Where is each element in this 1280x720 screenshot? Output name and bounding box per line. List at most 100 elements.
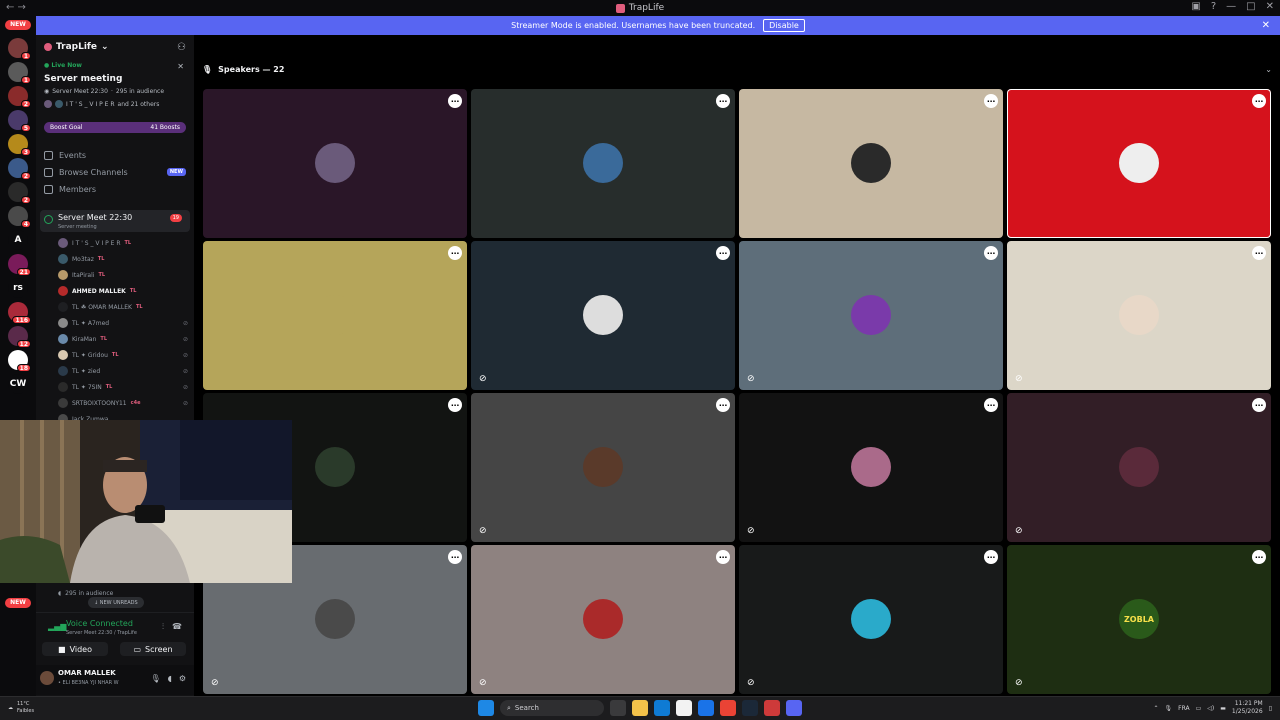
windows-start-icon[interactable] bbox=[478, 700, 494, 716]
screen-button[interactable]: ▭ Screen bbox=[120, 642, 186, 656]
user-name[interactable]: OMAR MALLEK bbox=[58, 669, 116, 677]
more-options-icon[interactable]: ⋯ bbox=[448, 94, 462, 108]
server-icon[interactable]: 18 bbox=[8, 350, 31, 372]
minimize-button[interactable]: — bbox=[1226, 1, 1236, 12]
signal-icon[interactable]: ▂▄▆ bbox=[48, 622, 66, 631]
event-title[interactable]: Server meeting bbox=[44, 74, 122, 84]
speaker-tile[interactable]: ● ⋯ ⊘ bbox=[471, 241, 735, 390]
language-indicator[interactable]: FRA bbox=[1178, 705, 1189, 712]
clock[interactable]: 11:21 PM 1/25/2026 bbox=[1232, 700, 1263, 716]
speaker-tile[interactable]: ✿⋯ bbox=[203, 241, 467, 390]
more-options-icon[interactable]: ⋯ bbox=[1252, 550, 1266, 564]
speaker-tile[interactable]: ●⋯ bbox=[471, 89, 735, 238]
sidebar-item-browse-channels[interactable]: Browse Channels NEW bbox=[44, 165, 186, 179]
speaker-tile[interactable]: ● ⋯ ⊘ bbox=[739, 241, 1003, 390]
server-icon[interactable]: rs bbox=[8, 278, 28, 298]
chrome-icon[interactable] bbox=[720, 700, 736, 716]
speaker-tile[interactable]: ZOBLA ⋯ ⊘ bbox=[1007, 545, 1271, 694]
server-icon[interactable]: 5 bbox=[8, 110, 31, 132]
server-icon[interactable]: 12 bbox=[8, 326, 31, 348]
audience-row[interactable]: ◖ 295 in audience bbox=[58, 590, 113, 597]
discord-icon[interactable] bbox=[786, 700, 802, 716]
server-icon[interactable]: 116 bbox=[8, 302, 31, 324]
task-view-icon[interactable] bbox=[610, 700, 626, 716]
steam-icon[interactable] bbox=[742, 700, 758, 716]
more-options-icon[interactable]: ⋯ bbox=[716, 94, 730, 108]
more-options-icon[interactable]: ⋯ bbox=[448, 246, 462, 260]
server-icon[interactable]: CW bbox=[8, 374, 28, 394]
back-forward-icon[interactable]: ← → bbox=[6, 2, 26, 13]
chevron-up-icon[interactable]: ⌃ bbox=[1153, 705, 1158, 712]
speaker-tile[interactable]: ● ⋯ ⊘ bbox=[1007, 241, 1271, 390]
voice-member[interactable]: TL ✦ zied ⊘ bbox=[58, 364, 188, 378]
voice-channel-server-meet[interactable]: Server Meet 22:30 Server meeting 19 bbox=[40, 210, 190, 232]
more-options-icon[interactable]: ⋯ bbox=[716, 246, 730, 260]
avatar[interactable] bbox=[40, 671, 54, 685]
server-icon[interactable]: 1 bbox=[8, 62, 31, 84]
more-options-icon[interactable]: ⋯ bbox=[984, 550, 998, 564]
more-options-icon[interactable]: ⋯ bbox=[716, 398, 730, 412]
battery-icon[interactable]: ▬ bbox=[1220, 705, 1226, 712]
store-icon[interactable] bbox=[676, 700, 692, 716]
server-icon[interactable]: 4 bbox=[8, 206, 31, 228]
new-pill-top[interactable]: NEW bbox=[5, 20, 31, 30]
voice-member[interactable]: AHMED MALLEK TL bbox=[58, 284, 188, 298]
file-explorer-icon[interactable] bbox=[632, 700, 648, 716]
speaker-tile[interactable]: ● ⋯ ⊘ bbox=[471, 393, 735, 542]
disconnect-icon[interactable]: ☎ bbox=[172, 622, 182, 632]
more-options-icon[interactable]: ⋯ bbox=[1252, 246, 1266, 260]
disable-button[interactable]: Disable bbox=[763, 19, 805, 32]
banner-close-icon[interactable]: ✕ bbox=[1262, 20, 1270, 31]
network-icon[interactable]: ▭ bbox=[1196, 705, 1202, 712]
gear-icon[interactable]: ⚙ bbox=[179, 674, 186, 683]
more-options-icon[interactable]: ⋯ bbox=[716, 550, 730, 564]
speaker-tile[interactable]: ● ⋯ ⊘ bbox=[1007, 393, 1271, 542]
inbox-icon[interactable]: ▣ bbox=[1191, 1, 1200, 12]
speaker-tile[interactable]: ●⋯ bbox=[203, 89, 467, 238]
more-options-icon[interactable]: ⋯ bbox=[984, 94, 998, 108]
notification-icon[interactable]: ▯ bbox=[1269, 705, 1272, 712]
speaker-tile[interactable]: ● ⋯ ⊘ bbox=[471, 545, 735, 694]
volume-icon[interactable]: ◁) bbox=[1207, 705, 1214, 712]
more-options-icon[interactable]: ⋯ bbox=[448, 550, 462, 564]
edge-icon[interactable] bbox=[654, 700, 670, 716]
more-options-icon[interactable]: ⋯ bbox=[1252, 398, 1266, 412]
server-icon[interactable]: 21 bbox=[8, 254, 31, 276]
server-icon[interactable]: 3 bbox=[8, 134, 31, 156]
microphone-icon[interactable]: 🎙︎ bbox=[150, 674, 160, 683]
server-header[interactable]: TrapLife ⌄ ⚇ bbox=[36, 35, 194, 59]
voice-member[interactable]: TL ✦ 7SIN TL ⊘ bbox=[58, 380, 188, 394]
event-close-icon[interactable]: ✕ bbox=[177, 62, 184, 71]
voice-member[interactable]: SRTBOIXTOONY11 c4e ⊘ bbox=[58, 396, 188, 410]
headphones-icon[interactable]: ◖ bbox=[168, 674, 172, 683]
voice-member[interactable]: ItaPirali TL bbox=[58, 268, 188, 282]
server-icon[interactable]: 1 bbox=[8, 38, 31, 60]
app-icon[interactable] bbox=[764, 700, 780, 716]
more-options-icon[interactable]: ⋯ bbox=[448, 398, 462, 412]
voice-member[interactable]: TL ✦ A7med ⊘ bbox=[58, 316, 188, 330]
server-icon[interactable]: 2 bbox=[8, 86, 31, 108]
voice-member[interactable]: KiraMan TL ⊘ bbox=[58, 332, 188, 346]
more-options-icon[interactable]: ⋯ bbox=[984, 246, 998, 260]
speaker-tile[interactable]: ●⋯ bbox=[739, 89, 1003, 238]
more-options-icon[interactable]: ⋯ bbox=[984, 398, 998, 412]
help-icon[interactable]: ? bbox=[1211, 1, 1216, 12]
new-pill-bottom[interactable]: NEW bbox=[5, 598, 31, 608]
voice-member[interactable]: TL ✦ Gridou TL ⊘ bbox=[58, 348, 188, 362]
server-icon[interactable]: A bbox=[8, 230, 28, 250]
speaker-tile[interactable]: ● ⋯ ⊘ bbox=[739, 393, 1003, 542]
weather-widget[interactable]: ☁ 11°C Faibles bbox=[8, 701, 34, 715]
maximize-button[interactable]: □ bbox=[1246, 1, 1255, 12]
noise-suppression-icon[interactable]: ⫶ bbox=[162, 622, 164, 632]
speaker-tile[interactable]: ●⋯ bbox=[1007, 89, 1271, 238]
voice-member[interactable]: TL ☘ OMAR MALLEK TL bbox=[58, 300, 188, 314]
close-button[interactable]: ✕ bbox=[1266, 1, 1274, 12]
voice-member[interactable]: Mo3taz TL bbox=[58, 252, 188, 266]
server-icon[interactable]: 2 bbox=[8, 182, 31, 204]
more-options-icon[interactable]: ⋯ bbox=[1252, 94, 1266, 108]
add-user-icon[interactable]: ⚇ bbox=[177, 42, 186, 53]
server-icon[interactable]: 2 bbox=[8, 158, 31, 180]
sidebar-item-events[interactable]: Events bbox=[44, 148, 186, 162]
search-box[interactable]: ⌕ Search bbox=[500, 700, 604, 716]
video-button[interactable]: ■ Video bbox=[42, 642, 108, 656]
